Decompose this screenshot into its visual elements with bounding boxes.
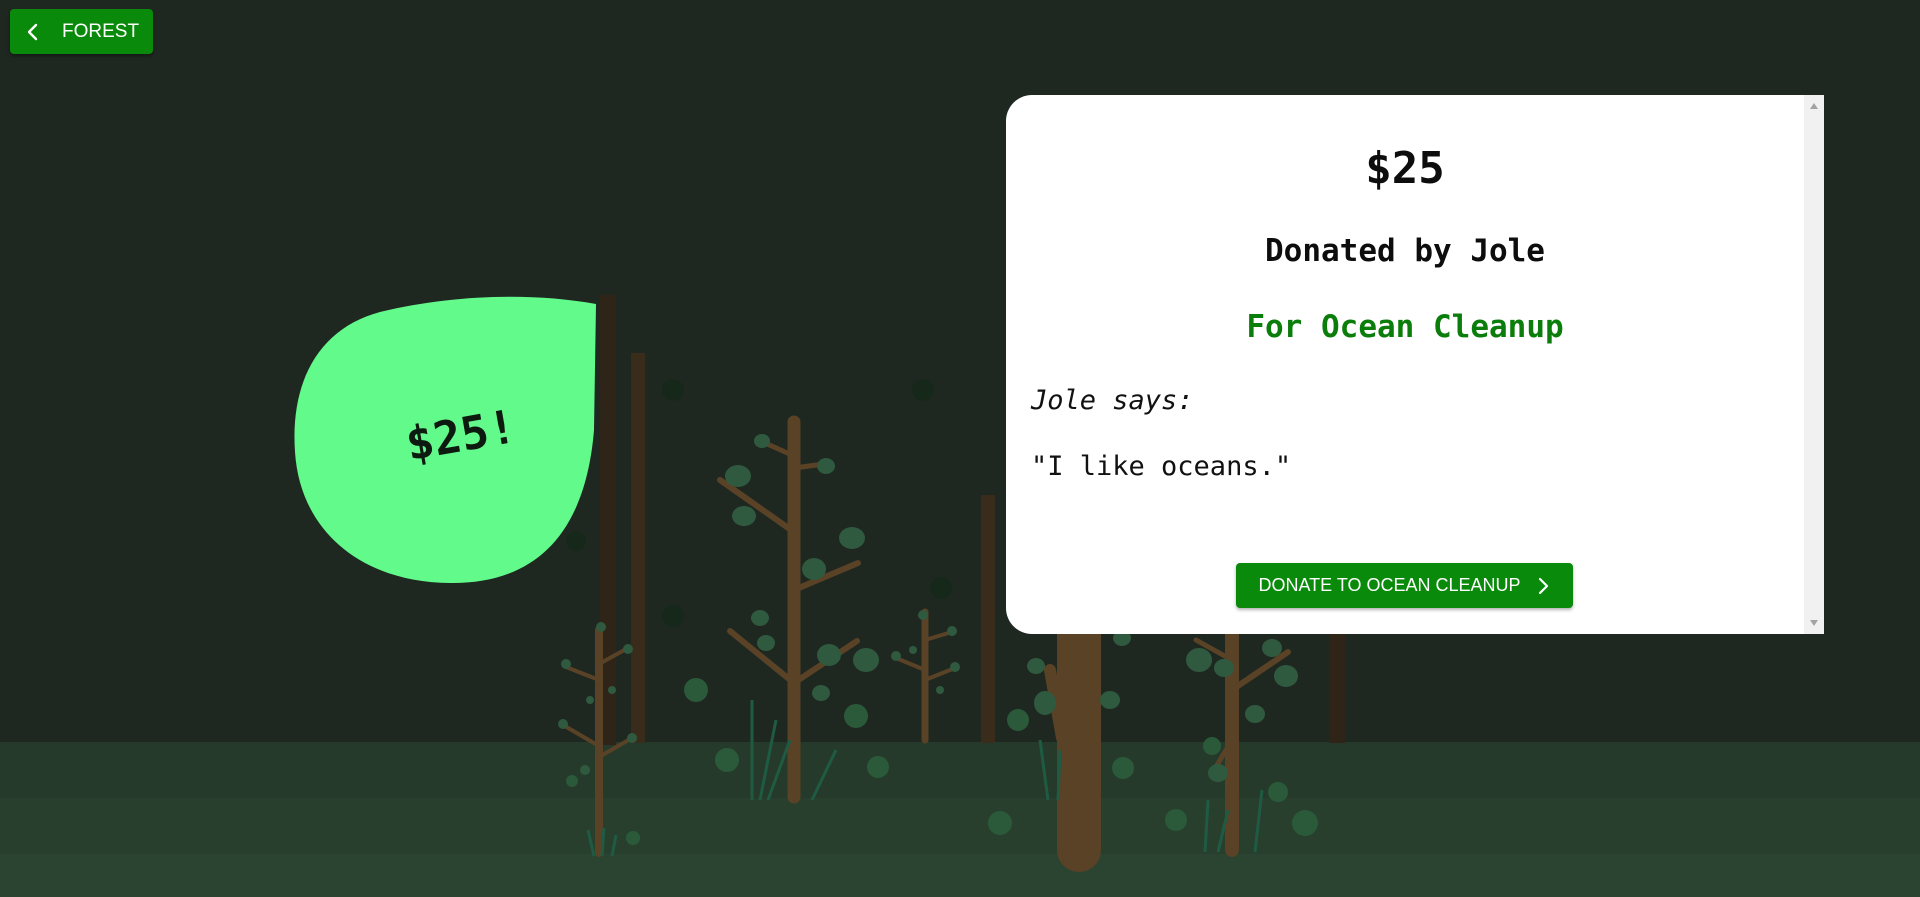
ground-band — [0, 854, 1920, 897]
donor-line: Donated by Jole — [1265, 233, 1545, 269]
tree-trunk — [981, 495, 995, 743]
scroll-up-icon[interactable] — [1810, 103, 1818, 109]
donation-card: $25 Donated by Jole For Ocean Cleanup Jo… — [1006, 95, 1824, 634]
chevron-right-icon — [1538, 577, 1548, 594]
foliage-dots — [566, 379, 952, 627]
ground-band — [0, 798, 1920, 854]
donor-says-label: Jole says: — [1031, 385, 1194, 416]
donate-button[interactable]: DONATE TO OCEAN CLEANUP — [1236, 563, 1573, 608]
ground-band — [0, 742, 1920, 798]
chevron-left-icon — [27, 23, 38, 40]
card-scrollbar[interactable] — [1804, 95, 1824, 634]
back-button-label: FOREST — [62, 20, 140, 42]
scroll-down-icon[interactable] — [1810, 620, 1818, 626]
back-to-forest-button[interactable]: FOREST — [10, 9, 153, 54]
tree — [894, 608, 957, 744]
donation-amount: $25 — [1365, 143, 1445, 194]
donate-button-label: DONATE TO OCEAN CLEANUP — [1258, 575, 1521, 595]
donor-message: "I like oceans." — [1031, 451, 1292, 482]
donation-card-content: $25 Donated by Jole For Ocean Cleanup Jo… — [1006, 95, 1804, 634]
tree-trunk — [631, 353, 645, 743]
cause-line: For Ocean Cleanup — [1246, 309, 1564, 345]
leaves — [725, 434, 879, 701]
